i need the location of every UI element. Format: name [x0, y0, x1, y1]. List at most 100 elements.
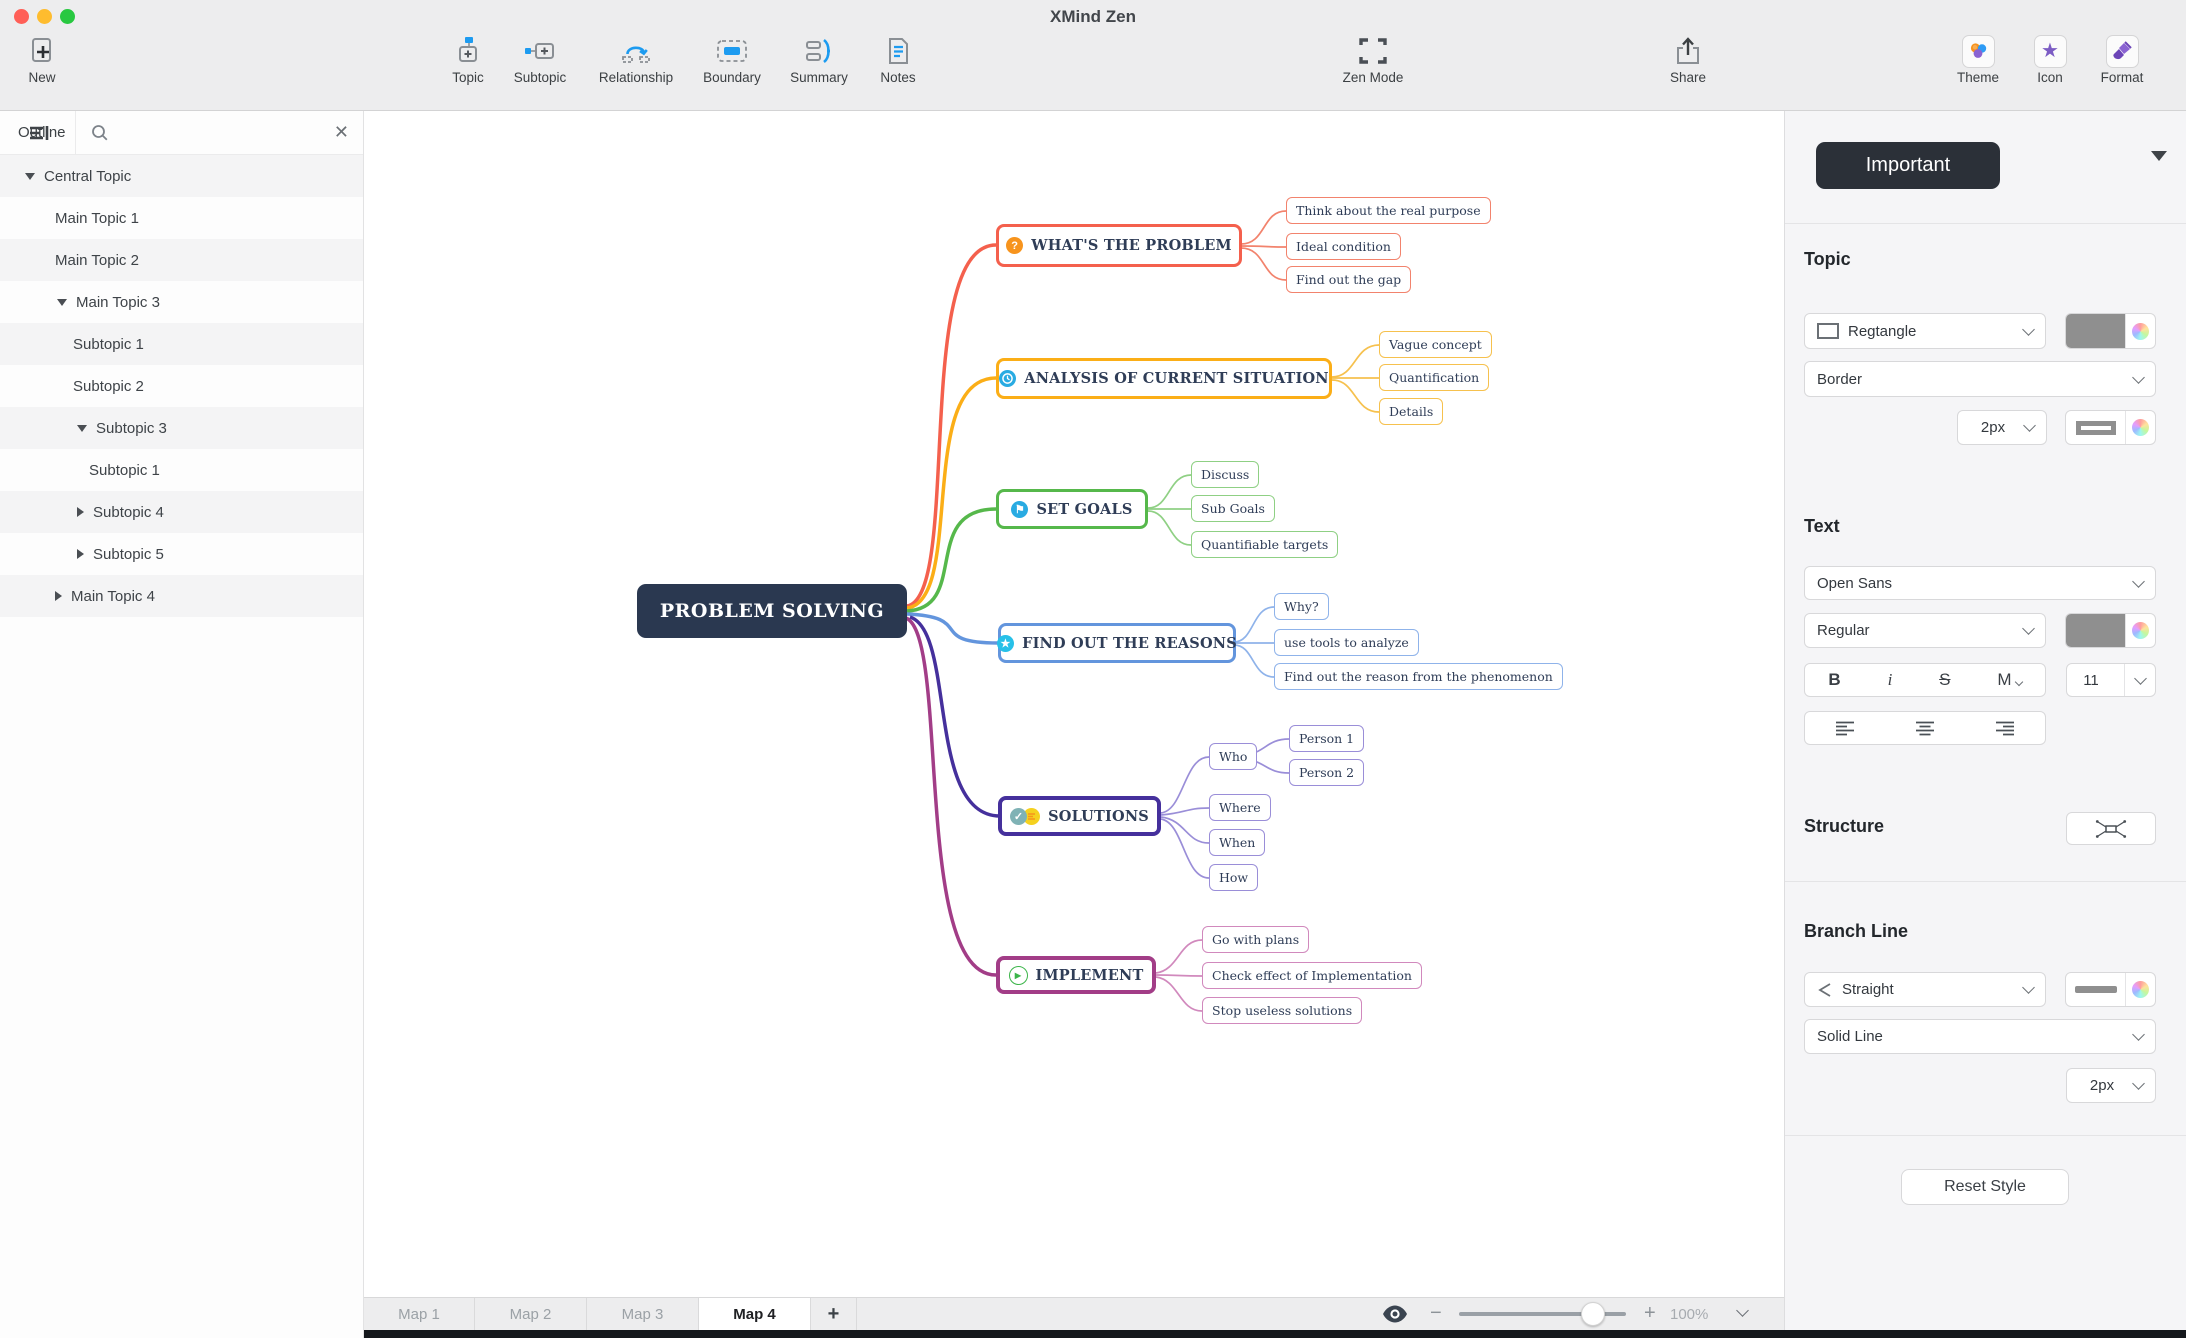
subtopic-node[interactable]: Quantifiable targets: [1191, 531, 1339, 558]
outline-item[interactable]: Main Topic 3: [0, 281, 363, 323]
line-width-select[interactable]: 2px: [2066, 1068, 2156, 1103]
structure-button[interactable]: [2066, 812, 2156, 845]
central-topic[interactable]: PROBLEM SOLVING: [637, 584, 907, 638]
subtopic-node[interactable]: use tools to analyze: [1274, 629, 1419, 656]
color-picker-icon[interactable]: [2132, 322, 2149, 340]
subtopic-node[interactable]: Vague concept: [1379, 331, 1492, 358]
style-preview-button[interactable]: Important: [1816, 142, 2000, 189]
outline-item[interactable]: Subtopic 1: [0, 449, 363, 491]
subtopic-node[interactable]: When: [1209, 829, 1266, 856]
search-field[interactable]: ✕: [76, 111, 363, 154]
font-weight-select[interactable]: Regular: [1804, 613, 2046, 648]
shape-select[interactable]: Regtangle: [1804, 313, 2046, 349]
expand-arrow-icon[interactable]: [77, 549, 84, 559]
topic-implement[interactable]: ▶ IMPLEMENT: [996, 956, 1156, 994]
subtopic-node[interactable]: Why?: [1274, 593, 1329, 620]
branch-color-swatch[interactable]: [2065, 972, 2156, 1007]
align-center-button[interactable]: [1915, 721, 1935, 736]
visibility-eye-icon[interactable]: [1382, 1304, 1408, 1324]
chevron-down-icon: [2132, 1028, 2145, 1041]
subtopic-node[interactable]: Check effect of Implementation: [1202, 962, 1422, 989]
fill-color-swatch[interactable]: [2065, 313, 2156, 349]
color-picker-icon[interactable]: [2132, 622, 2149, 639]
zoom-out-button[interactable]: −: [1430, 1298, 1442, 1331]
align-right-button[interactable]: [1995, 721, 2015, 736]
subtopic-node[interactable]: Ideal condition: [1286, 233, 1401, 260]
zen-mode-button[interactable]: Zen Mode: [1313, 34, 1433, 85]
border-width-select[interactable]: 2px: [1957, 410, 2047, 445]
zoom-slider[interactable]: [1459, 1302, 1626, 1326]
font-family-select[interactable]: Open Sans: [1804, 566, 2156, 600]
topic-set-goals[interactable]: ⚑ SET GOALS: [996, 489, 1148, 529]
topic-analysis[interactable]: ANALYSIS OF CURRENT SITUATION: [996, 358, 1332, 399]
reset-style-button[interactable]: Reset Style: [1901, 1169, 2069, 1205]
search-input[interactable]: [120, 123, 324, 142]
new-button[interactable]: New: [0, 34, 102, 85]
expand-arrow-icon[interactable]: [77, 424, 87, 432]
notes-button[interactable]: Notes: [838, 34, 958, 85]
zoom-slider-thumb[interactable]: [1581, 1302, 1605, 1326]
subtopic-node[interactable]: Find out the reason from the phenomenon: [1274, 663, 1563, 690]
outline-item[interactable]: Main Topic 4: [0, 575, 363, 617]
outline-item[interactable]: Subtopic 4: [0, 491, 363, 533]
zoom-chevron-icon[interactable]: [1736, 1304, 1749, 1317]
zoom-in-button[interactable]: +: [1644, 1298, 1656, 1331]
title-toolbar: XMind Zen New Topic Subtopic Relationshi…: [0, 0, 2186, 111]
add-sheet-button[interactable]: +: [811, 1298, 857, 1331]
outline-item[interactable]: Subtopic 1: [0, 323, 363, 365]
outline-item[interactable]: Main Topic 2: [0, 239, 363, 281]
search-icon: [92, 124, 108, 140]
zoom-level[interactable]: 100%: [1670, 1298, 1708, 1331]
align-left-button[interactable]: [1835, 721, 1855, 736]
subtopic-node[interactable]: Find out the gap: [1286, 266, 1412, 293]
color-picker-icon[interactable]: [2132, 981, 2149, 998]
expand-arrow-icon[interactable]: [55, 591, 62, 601]
outline-toggle-button[interactable]: [0, 111, 76, 154]
subtopic-node[interactable]: Person 2: [1289, 759, 1365, 786]
tab-map-3[interactable]: Map 3: [587, 1298, 699, 1331]
check-icon: ✓: [1010, 807, 1028, 825]
subtopic-node[interactable]: Where: [1209, 794, 1271, 821]
color-picker-icon[interactable]: [2132, 419, 2149, 436]
border-select[interactable]: Border: [1804, 361, 2156, 397]
expand-arrow-icon[interactable]: [25, 172, 35, 180]
subtopic-node[interactable]: Stop useless solutions: [1202, 997, 1363, 1024]
strikethrough-button[interactable]: S: [1939, 670, 1950, 690]
font-size-select[interactable]: 11: [2066, 663, 2156, 697]
outline-item[interactable]: Main Topic 1: [0, 197, 363, 239]
tab-map-2[interactable]: Map 2: [475, 1298, 587, 1331]
outline-item[interactable]: Subtopic 5: [0, 533, 363, 575]
subtopic-node[interactable]: Quantification: [1379, 364, 1490, 391]
subtopic-node[interactable]: Person 1: [1289, 725, 1365, 752]
line-type-select[interactable]: Solid Line: [1804, 1019, 2156, 1054]
bold-button[interactable]: B: [1828, 670, 1840, 690]
marker-button[interactable]: M: [1997, 670, 2023, 690]
italic-button[interactable]: i: [1888, 670, 1893, 690]
tab-map-1[interactable]: Map 1: [364, 1298, 475, 1331]
outline-item[interactable]: Central Topic: [0, 155, 363, 197]
expand-arrow-icon[interactable]: [57, 298, 67, 306]
style-dropdown-arrow-icon[interactable]: [2151, 151, 2167, 161]
text-color-preview: [2066, 614, 2126, 647]
subtopic-node[interactable]: Go with plans: [1202, 926, 1310, 953]
text-color-swatch[interactable]: [2065, 613, 2156, 648]
tab-map-4[interactable]: Map 4: [699, 1298, 811, 1331]
outline-item[interactable]: Subtopic 3: [0, 407, 363, 449]
topic-solutions[interactable]: ✓ SOLUTIONS: [998, 796, 1161, 836]
topic-find-out-reasons[interactable]: ★ FIND OUT THE REASONS: [997, 623, 1237, 663]
subtopic-node[interactable]: Sub Goals: [1191, 495, 1275, 522]
subtopic-node[interactable]: Who: [1209, 743, 1258, 770]
subtopic-node[interactable]: Think about the real purpose: [1286, 197, 1491, 224]
subtopic-node[interactable]: How: [1209, 864, 1259, 891]
subtopic-node[interactable]: Details: [1379, 398, 1444, 425]
outline-item[interactable]: Subtopic 2: [0, 365, 363, 407]
branch-style-select[interactable]: Straight: [1804, 972, 2046, 1007]
topic-whats-the-problem[interactable]: ? WHAT'S THE PROBLEM: [996, 224, 1242, 267]
share-button[interactable]: Share: [1628, 34, 1748, 85]
format-button[interactable]: Format: [2062, 34, 2182, 85]
mindmap-canvas[interactable]: PROBLEM SOLVING ? WHAT'S THE PROBLEM ANA…: [364, 111, 1784, 1297]
close-search-icon[interactable]: ✕: [334, 122, 349, 143]
subtopic-node[interactable]: Discuss: [1191, 461, 1260, 488]
border-color-swatch[interactable]: [2065, 410, 2156, 445]
expand-arrow-icon[interactable]: [77, 507, 84, 517]
